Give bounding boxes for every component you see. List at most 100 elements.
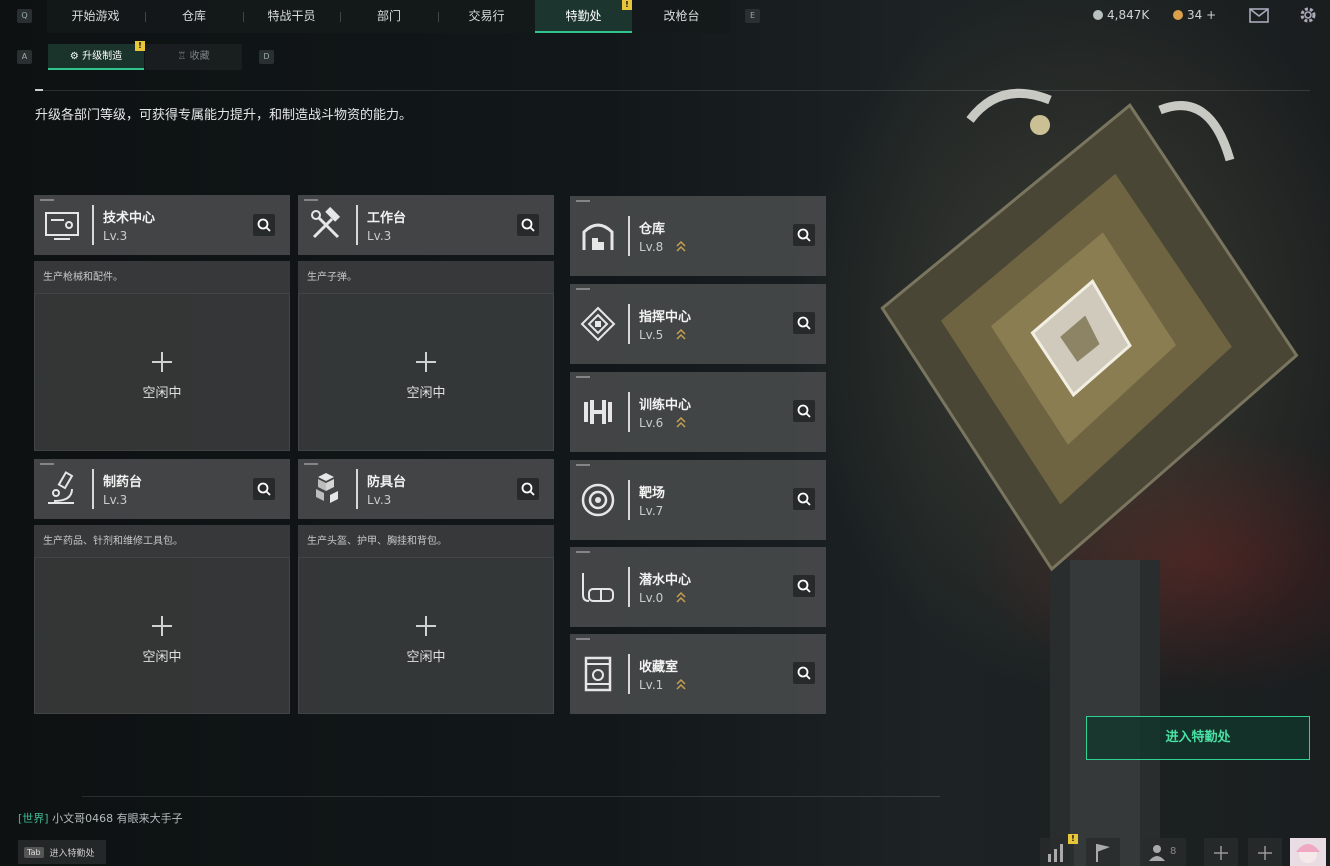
card-armor-header[interactable]: 防具台 Lv.3 [298, 459, 554, 519]
department-shooting-range-level: Lv.7 [639, 504, 664, 518]
users-icon [1149, 845, 1165, 861]
upgrade-arrow-icon [676, 416, 686, 428]
cubes-icon [316, 473, 338, 503]
tab-special-ops[interactable]: 特勤处 [535, 0, 632, 33]
card-corner-mark [40, 199, 54, 201]
search-icon[interactable] [517, 214, 539, 236]
search-icon[interactable] [793, 488, 815, 510]
card-corner-mark [576, 638, 590, 640]
computer-icon [45, 212, 79, 240]
card-tech-center-name: 技术中心 [103, 211, 156, 226]
tab-department[interactable]: 部门 [341, 0, 437, 33]
card-pharmacy-header[interactable]: 制药台 Lv.3 [34, 459, 290, 519]
department-diving-center[interactable]: 潜水中心 Lv.0 [570, 547, 826, 627]
card-tech-center-level: Lv.3 [103, 229, 128, 243]
card-pharmacy-slot[interactable]: 空闲中 [34, 557, 290, 714]
subtab-upgrade-badge: ! [135, 41, 145, 51]
silver-currency[interactable]: 4,847K [1093, 8, 1149, 22]
plus-icon [416, 616, 436, 636]
stats-badge: ! [1068, 834, 1078, 844]
nav-prev-key[interactable]: Q [17, 9, 32, 23]
chat-text: 有眼来大手子 [116, 812, 183, 825]
card-armor-status: 空闲中 [406, 650, 446, 665]
enter-special-ops-button[interactable]: 进入特勤处 [1086, 716, 1310, 760]
search-icon[interactable] [253, 214, 275, 236]
department-warehouse-level: Lv.8 [639, 240, 664, 254]
plus-icon [1258, 846, 1272, 860]
tab-warehouse[interactable]: 仓库 [146, 0, 242, 33]
craft-icon: ⚙ [69, 51, 83, 62]
tab-trading[interactable]: 交易行 [439, 0, 534, 33]
card-divider [628, 304, 630, 344]
header-divider [35, 90, 1310, 91]
department-shooting-range[interactable]: 靶场 Lv.7 [570, 460, 826, 540]
tab-hint[interactable]: Tab 进入特勤处 [18, 840, 106, 864]
gold-currency[interactable]: 34 + [1173, 8, 1216, 22]
chat-message[interactable]: [世界] 小文哥0468 有眼来大手子 [18, 810, 183, 826]
department-command-center-name: 指挥中心 [639, 310, 692, 325]
chat-user: 小文哥0468 [52, 812, 114, 825]
card-divider [356, 469, 358, 509]
department-training-center[interactable]: 训练中心 Lv.6 [570, 372, 826, 452]
search-icon[interactable] [793, 224, 815, 246]
card-divider [628, 392, 630, 432]
tab-operators[interactable]: 特战干员 [244, 0, 339, 33]
tab-key: Tab [24, 846, 44, 858]
card-pharmacy-level: Lv.3 [103, 493, 128, 507]
card-corner-mark [40, 463, 54, 465]
card-workbench-desc: 生产子弹。 [298, 261, 554, 293]
dumbbell-icon [584, 400, 612, 424]
search-icon[interactable] [793, 575, 815, 597]
subtab-collection[interactable]: ♖ 收藏 [145, 44, 242, 70]
search-icon[interactable] [253, 478, 275, 500]
card-corner-mark [576, 464, 590, 466]
department-training-center-name: 训练中心 [639, 398, 692, 413]
search-icon[interactable] [517, 478, 539, 500]
department-command-center[interactable]: 指挥中心 Lv.5 [570, 284, 826, 364]
department-warehouse-name: 仓库 [639, 222, 666, 237]
card-workbench-header[interactable]: 工作台 Lv.3 [298, 195, 554, 255]
upgrade-arrow-icon [676, 328, 686, 340]
card-pharmacy-name: 制药台 [103, 475, 143, 490]
chat-channel: [世界] [18, 812, 49, 825]
card-pharmacy-desc: 生产药品、针剂和维修工具包。 [34, 525, 290, 557]
subnav-prev-key[interactable]: A [17, 50, 32, 64]
friends-button[interactable]: 8 [1142, 838, 1186, 866]
add-slot-button[interactable] [1204, 838, 1238, 866]
mail-icon[interactable] [1249, 8, 1269, 23]
department-warehouse[interactable]: 仓库 Lv.8 [570, 196, 826, 276]
card-pharmacy-status: 空闲中 [142, 650, 182, 665]
search-icon[interactable] [793, 312, 815, 334]
card-divider [628, 654, 630, 694]
subnav-next-key[interactable]: D [259, 50, 274, 64]
card-divider [628, 216, 630, 256]
search-icon[interactable] [793, 662, 815, 684]
diving-mask-icon [582, 573, 614, 602]
card-corner-mark [576, 551, 590, 553]
department-command-center-level: Lv.5 [639, 328, 664, 342]
card-divider [92, 469, 94, 509]
tab-gunsmith[interactable]: 改枪台 [633, 0, 730, 33]
card-armor-slot[interactable]: 空闲中 [298, 557, 554, 714]
card-corner-mark [576, 376, 590, 378]
card-tech-center-slot[interactable]: 空闲中 [34, 293, 290, 451]
subtab-upgrade-craft[interactable]: ⚙ 升级制造 [48, 44, 144, 70]
gold-coin-icon [1173, 10, 1183, 20]
search-icon[interactable] [793, 400, 815, 422]
flag-button[interactable] [1086, 838, 1120, 866]
top-navigation: Q 开始游戏 仓库 特战干员 部门 交易行 特勤处 ! 改枪台 E 4,847K… [0, 0, 1330, 34]
page-description: 升级各部门等级，可获得专属能力提升，和制造战斗物资的能力。 [35, 108, 413, 123]
card-workbench-slot[interactable]: 空闲中 [298, 293, 554, 451]
add-slot-button[interactable] [1248, 838, 1282, 866]
gear-icon[interactable] [1298, 5, 1318, 25]
card-tech-center-header[interactable]: 技术中心 Lv.3 [34, 195, 290, 255]
department-collection-room[interactable]: 收藏室 Lv.1 [570, 634, 826, 714]
tab-start-game[interactable]: 开始游戏 [47, 0, 144, 33]
chip-icon [580, 306, 616, 342]
card-workbench-name: 工作台 [367, 211, 407, 226]
card-divider [92, 205, 94, 245]
plus-icon [152, 616, 172, 636]
card-divider [628, 567, 630, 607]
nav-next-key[interactable]: E [745, 9, 760, 23]
avatar[interactable] [1290, 838, 1326, 866]
